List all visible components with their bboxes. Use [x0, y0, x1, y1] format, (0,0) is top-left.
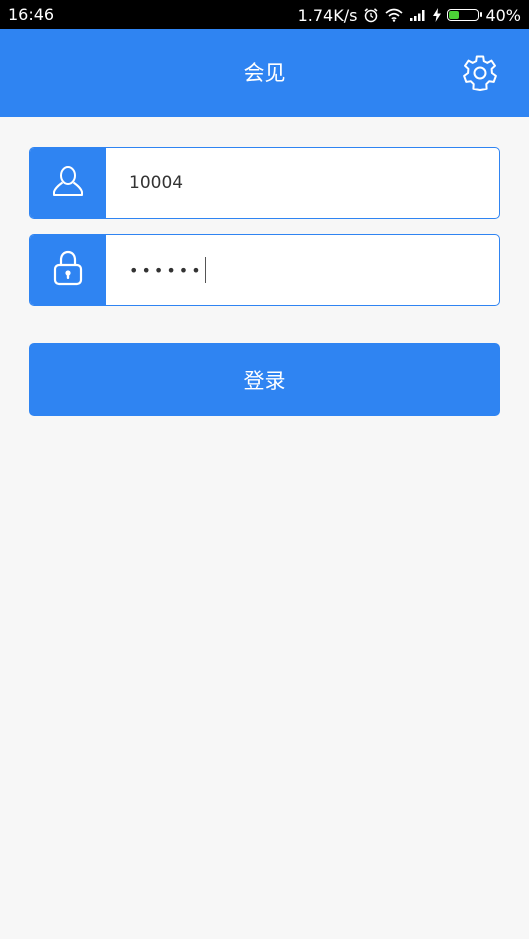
wifi-icon — [385, 8, 403, 22]
settings-button[interactable] — [458, 53, 502, 97]
network-speed: 1.74K/s — [297, 5, 358, 25]
app-header: 会见 — [0, 29, 529, 117]
username-icon-box — [30, 148, 106, 218]
user-icon — [51, 164, 85, 202]
password-masked-value: •••••• — [129, 260, 204, 280]
status-bar: 16:46 1.74K/s 40% — [0, 0, 529, 29]
alarm-icon — [363, 7, 379, 23]
battery-icon — [447, 9, 483, 21]
lock-icon — [51, 249, 85, 291]
status-time: 16:46 — [8, 5, 55, 24]
text-cursor — [204, 257, 206, 283]
status-indicators: 1.74K/s 40% — [298, 4, 521, 26]
gear-icon — [461, 54, 499, 96]
password-field[interactable]: •••••• — [29, 234, 500, 306]
username-field[interactable]: 10004 — [29, 147, 500, 219]
login-button[interactable]: 登录 — [29, 343, 500, 416]
password-icon-box — [30, 235, 106, 305]
page-title: 会见 — [243, 61, 286, 85]
battery-percent: 40% — [485, 5, 521, 25]
password-input[interactable]: •••••• — [129, 235, 206, 305]
battery-fill — [449, 11, 460, 19]
charging-icon — [433, 8, 442, 22]
signal-icon — [409, 8, 427, 22]
username-input[interactable]: 10004 — [129, 148, 183, 218]
